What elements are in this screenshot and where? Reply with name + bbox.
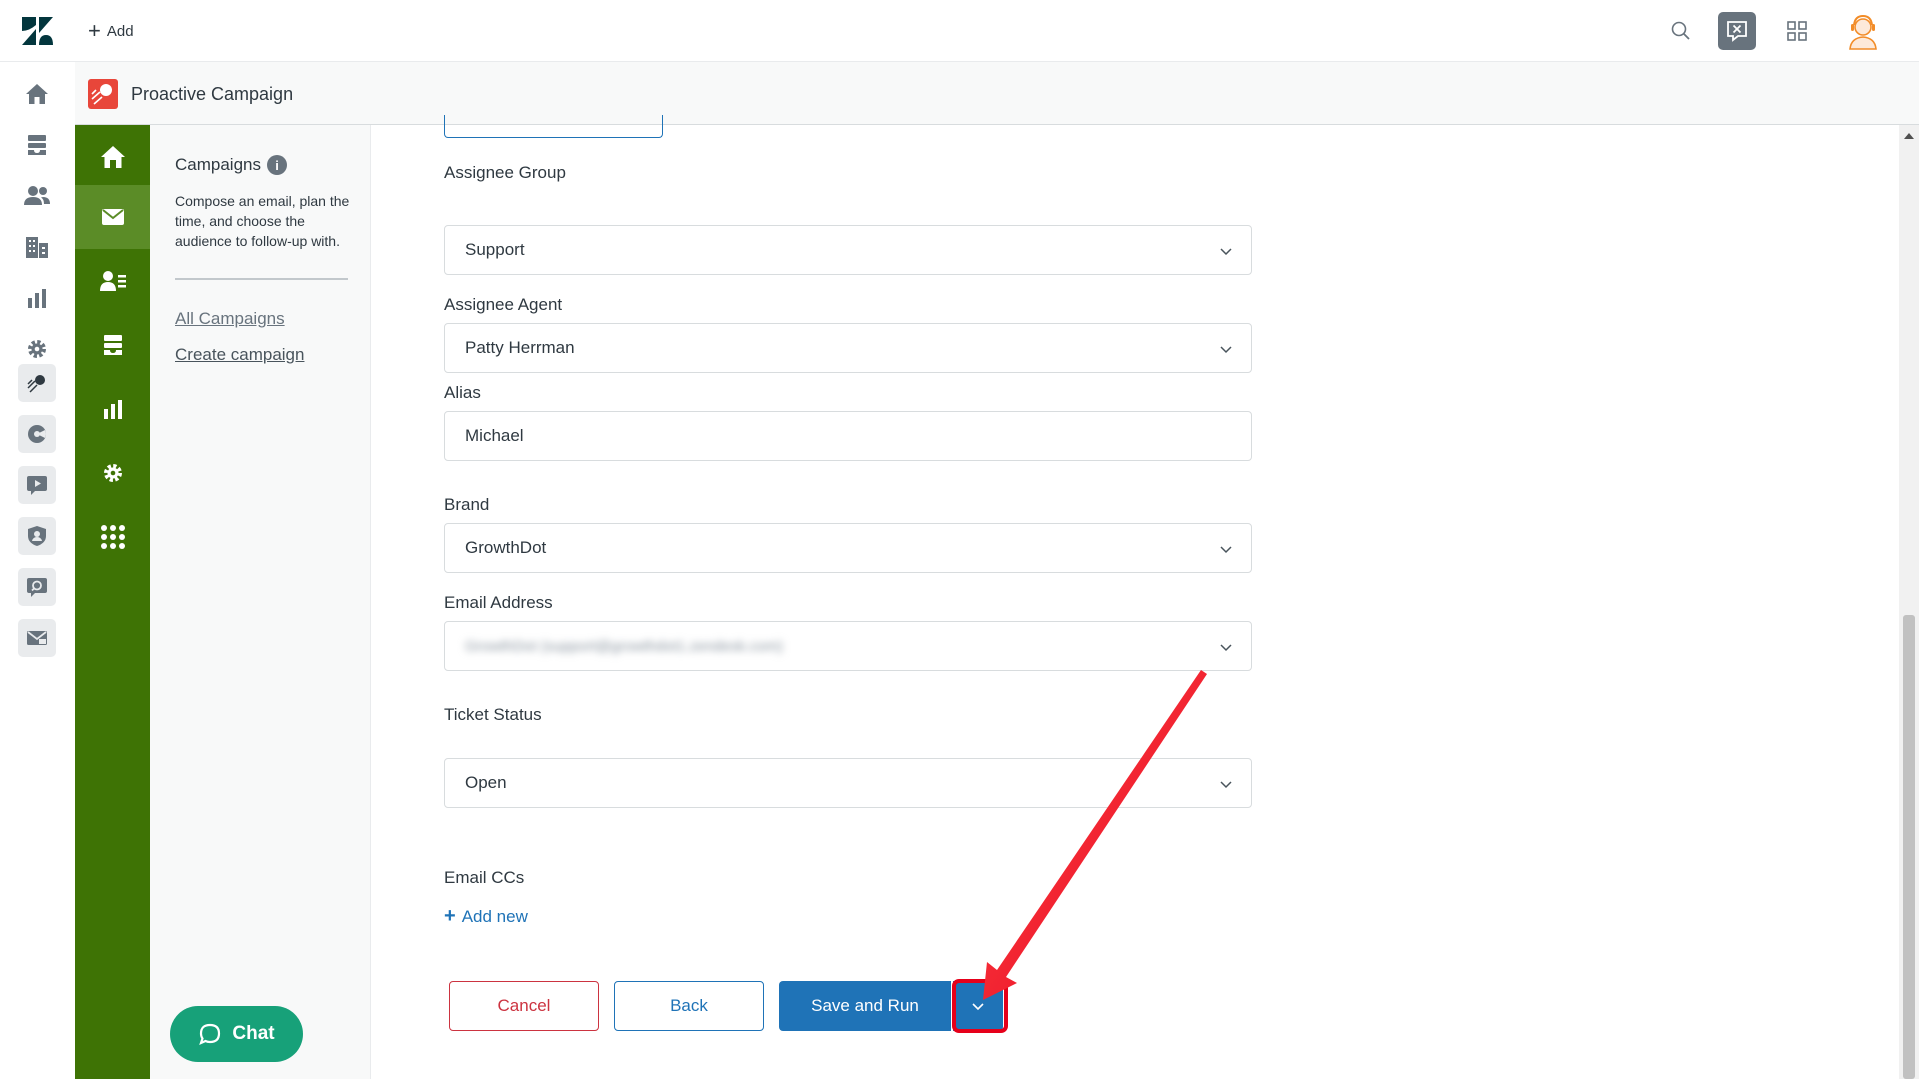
nav-organizations-icon[interactable] [18,228,56,266]
page-scrollbar[interactable] [1899,125,1919,1079]
plus-icon: + [444,905,456,927]
plus-icon: + [88,18,101,43]
chevron-down-icon [972,1003,984,1011]
email-address-value: GrowthDot (support@growthdot1.zendesk.co… [465,637,783,655]
nav-app-icon-2[interactable] [18,415,56,453]
assignee-agent-value: Patty Herrman [465,338,575,357]
add-button[interactable]: + Add [88,18,134,44]
alias-label: Alias [444,383,481,402]
app-header: Proactive Campaign [75,62,1919,125]
app-nav-list-icon[interactable] [75,313,150,377]
scrollbar-thumb[interactable] [1903,615,1915,1079]
nav-views-icon[interactable] [18,126,56,164]
add-new-cc-link[interactable]: + Add new [444,905,528,928]
assignee-group-label: Assignee Group [444,163,566,182]
email-address-select[interactable]: GrowthDot (support@growthdot1.zendesk.co… [444,621,1252,671]
nav-home-icon[interactable] [18,75,56,113]
nav-app-icon-5[interactable] [18,568,56,606]
app-nav-home-icon[interactable] [75,125,150,189]
brand-value: GrowthDot [465,538,547,557]
zendesk-logo-icon[interactable] [22,17,54,45]
add-button-label: Add [106,22,134,40]
email-ccs-label: Email CCs [444,868,525,887]
app-nav-email-icon[interactable] [75,185,150,249]
chat-bubble-close-icon [1727,21,1747,42]
search-icon[interactable] [1670,20,1692,42]
nav-app-icon-3[interactable] [18,466,56,504]
save-and-run-button[interactable]: Save and Run [779,981,951,1031]
alias-value: Michael [465,426,524,445]
all-campaigns-link[interactable]: All Campaigns [175,309,285,329]
nav-reporting-icon[interactable] [18,279,56,317]
assignee-group-select[interactable]: Support [444,225,1252,275]
back-button[interactable]: Back [614,981,764,1031]
chevron-down-icon [1220,346,1232,354]
chat-bubble-icon [199,1023,221,1046]
alias-input[interactable]: Michael [444,411,1252,461]
email-address-label: Email Address [444,593,553,612]
cancel-button[interactable]: Cancel [449,981,599,1031]
side-panel-divider [175,278,348,280]
chevron-down-icon [1220,248,1232,256]
side-panel-title: Campaigns i [175,155,287,175]
nav-admin-gear-icon[interactable] [18,330,56,368]
previous-field-partial[interactable] [444,115,663,138]
top-bar: + Add [0,0,1919,62]
user-avatar[interactable] [1843,11,1883,51]
assignee-group-value: Support [465,240,525,259]
conversations-toggle-button[interactable] [1718,12,1756,50]
app-nav-contacts-icon[interactable] [75,249,150,313]
chat-widget-button[interactable]: Chat [170,1006,303,1062]
ticket-status-select[interactable]: Open [444,758,1252,808]
app-nav-apps-grid-icon[interactable] [75,505,150,569]
product-tray-icon[interactable] [1785,19,1809,43]
global-nav [0,62,75,1079]
ticket-status-value: Open [465,773,507,792]
brand-select[interactable]: GrowthDot [444,523,1252,573]
chat-widget-label: Chat [232,1023,275,1044]
app-nav-reports-icon[interactable] [75,377,150,441]
ticket-status-label: Ticket Status [444,705,542,724]
nav-customers-icon[interactable] [18,177,56,215]
app-nav-settings-icon[interactable] [75,441,150,505]
side-panel-description: Compose an email, plan the time, and cho… [175,193,350,249]
assignee-agent-select[interactable]: Patty Herrman [444,323,1252,373]
add-new-label: Add new [461,906,528,926]
nav-email-app-icon[interactable] [18,619,56,657]
app-title: Proactive Campaign [131,84,294,104]
proactive-campaign-logo-icon [88,79,118,109]
chevron-down-icon [1220,644,1232,652]
scroll-up-arrow-icon[interactable] [1904,133,1914,139]
info-icon[interactable]: i [267,155,287,175]
chevron-down-icon [1220,781,1232,789]
campaigns-side-panel: Campaigns i Compose an email, plan the t… [150,125,371,1079]
nav-app-icon-4[interactable] [18,517,56,555]
app-nav [75,125,150,1079]
create-campaign-link[interactable]: Create campaign [175,345,304,365]
side-panel-title-text: Campaigns [175,155,261,174]
assignee-agent-label: Assignee Agent [444,295,563,314]
campaign-form: Assignee Group Support Assignee Agent Pa… [372,115,1899,1079]
save-options-dropdown-button[interactable] [953,981,1003,1031]
chevron-down-icon [1220,546,1232,554]
nav-proactive-campaign-app-icon[interactable] [18,364,56,402]
brand-label: Brand [444,495,490,514]
